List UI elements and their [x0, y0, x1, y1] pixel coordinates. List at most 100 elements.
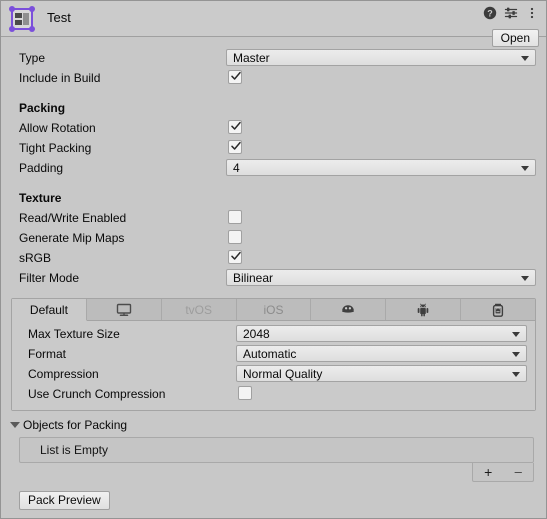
foldout-triangle-icon[interactable] [10, 422, 20, 428]
field-type: Master [226, 49, 536, 66]
generate-mip-maps-checkbox[interactable] [228, 230, 242, 244]
type-dropdown[interactable]: Master [226, 49, 536, 66]
padding-dropdown[interactable]: 4 [226, 159, 536, 176]
header-icon-group: ? [483, 6, 539, 20]
tight-packing-checkbox[interactable] [228, 140, 242, 154]
srgb-checkbox[interactable] [228, 250, 242, 264]
tab-ios[interactable]: iOS [236, 299, 312, 320]
tab-android[interactable] [386, 299, 462, 320]
label-packing: Packing [19, 101, 66, 115]
property-row-allow-rotation: Allow Rotation [1, 119, 546, 139]
max-texture-size-dropdown[interactable]: 2048 [236, 325, 527, 342]
property-row-padding: Padding 4 [1, 159, 546, 179]
list-toolbar: + – [472, 463, 534, 482]
read-write-enabled-checkbox[interactable] [228, 210, 242, 224]
type-dropdown-value: Master [233, 51, 270, 65]
label-read-write-enabled: Read/Write Enabled [19, 211, 127, 225]
filter-mode-dropdown[interactable]: Bilinear [226, 269, 536, 286]
chevron-down-icon [521, 276, 529, 281]
chevron-down-icon [512, 332, 520, 337]
tab-uwp[interactable] [461, 299, 536, 320]
check-icon [231, 251, 241, 260]
add-item-button[interactable]: + [480, 465, 496, 479]
tab-tvos-label: tvOS [185, 302, 212, 317]
objects-for-packing-title: Objects for Packing [23, 418, 128, 432]
field-filter-mode: Bilinear [226, 269, 536, 286]
chevron-down-icon [521, 166, 529, 171]
chevron-down-icon [521, 56, 529, 61]
field-max-texture-size: 2048 [236, 325, 527, 342]
max-texture-size-value: 2048 [243, 327, 270, 341]
label-format: Format [28, 347, 67, 361]
more-menu-icon[interactable] [525, 6, 539, 20]
label-max-texture-size: Max Texture Size [28, 327, 120, 341]
use-crunch-compression-checkbox[interactable] [238, 386, 252, 400]
list-empty-text: List is Empty [40, 443, 109, 457]
inspector-body: Type Master Include in Build Packing All… [1, 37, 546, 513]
property-row-include-in-build: Include in Build [1, 69, 546, 89]
tab-default-label: Default [29, 302, 68, 317]
property-row-srgb: sRGB [1, 249, 546, 269]
list-toolbar-wrap: + – [1, 463, 546, 483]
label-filter-mode: Filter Mode [19, 271, 80, 285]
tab-webgl[interactable] [311, 299, 387, 320]
check-icon [231, 121, 241, 130]
compression-value: Normal Quality [243, 367, 323, 381]
pack-preview-button[interactable]: Pack Preview [19, 491, 110, 510]
objects-for-packing-list[interactable]: List is Empty [19, 437, 534, 463]
chevron-down-icon [512, 372, 520, 377]
include-in-build-checkbox[interactable] [228, 70, 242, 84]
platform-settings-body: Max Texture Size 2048 Format Automatic C… [12, 321, 535, 410]
format-value: Automatic [243, 347, 297, 361]
label-generate-mip-maps: Generate Mip Maps [19, 231, 125, 245]
inspector-header: Test ? Open [1, 1, 546, 47]
check-icon [231, 141, 241, 150]
android-icon [416, 303, 430, 317]
field-padding: 4 [226, 159, 536, 176]
preset-icon[interactable] [504, 6, 518, 20]
section-header-packing: Packing [1, 99, 546, 119]
label-srgb: sRGB [19, 251, 52, 265]
property-row-format: Format Automatic [12, 345, 535, 365]
tab-tvos[interactable]: tvOS [161, 299, 237, 320]
tab-standalone[interactable] [86, 299, 162, 320]
field-compression: Normal Quality [236, 365, 527, 382]
format-dropdown[interactable]: Automatic [236, 345, 527, 362]
asset-title: Test [47, 10, 71, 25]
inspector-window: Test ? Open Type Master Include in Build… [0, 0, 547, 519]
section-header-texture: Texture [1, 189, 546, 209]
check-icon [231, 71, 241, 80]
property-row-max-texture-size: Max Texture Size 2048 [12, 325, 535, 345]
property-row-generate-mip-maps: Generate Mip Maps [1, 229, 546, 249]
property-row-tight-packing: Tight Packing [1, 139, 546, 159]
property-row-read-write-enabled: Read/Write Enabled [1, 209, 546, 229]
label-type: Type [19, 51, 46, 65]
sprite-atlas-icon [9, 6, 35, 32]
tab-ios-label: iOS [263, 302, 284, 317]
filter-mode-dropdown-value: Bilinear [233, 271, 274, 285]
chevron-down-icon [512, 352, 520, 357]
property-row-compression: Compression Normal Quality [12, 365, 535, 385]
label-tight-packing: Tight Packing [19, 141, 92, 155]
footer-actions: Pack Preview [1, 491, 546, 513]
platform-tab-bar: Default tvOS iOS [12, 299, 536, 321]
svg-text:?: ? [487, 8, 493, 18]
objects-for-packing-header[interactable]: Objects for Packing [1, 417, 546, 435]
label-use-crunch-compression: Use Crunch Compression [28, 387, 166, 401]
label-padding: Padding [19, 161, 64, 175]
webgl-icon [340, 304, 356, 316]
label-texture: Texture [19, 191, 62, 205]
field-format: Automatic [236, 345, 527, 362]
tab-default[interactable]: Default [12, 299, 87, 321]
label-compression: Compression [28, 367, 99, 381]
property-row-filter-mode: Filter Mode Bilinear [1, 269, 546, 289]
help-icon[interactable]: ? [483, 6, 497, 20]
remove-item-button[interactable]: – [511, 465, 526, 479]
padding-dropdown-value: 4 [233, 161, 240, 175]
label-allow-rotation: Allow Rotation [19, 121, 96, 135]
standalone-monitor-icon [116, 303, 132, 317]
property-row-type: Type Master [1, 49, 546, 69]
platform-settings-panel: Default tvOS iOS Max Texture Size 2048 F… [11, 298, 536, 411]
allow-rotation-checkbox[interactable] [228, 120, 242, 134]
compression-dropdown[interactable]: Normal Quality [236, 365, 527, 382]
